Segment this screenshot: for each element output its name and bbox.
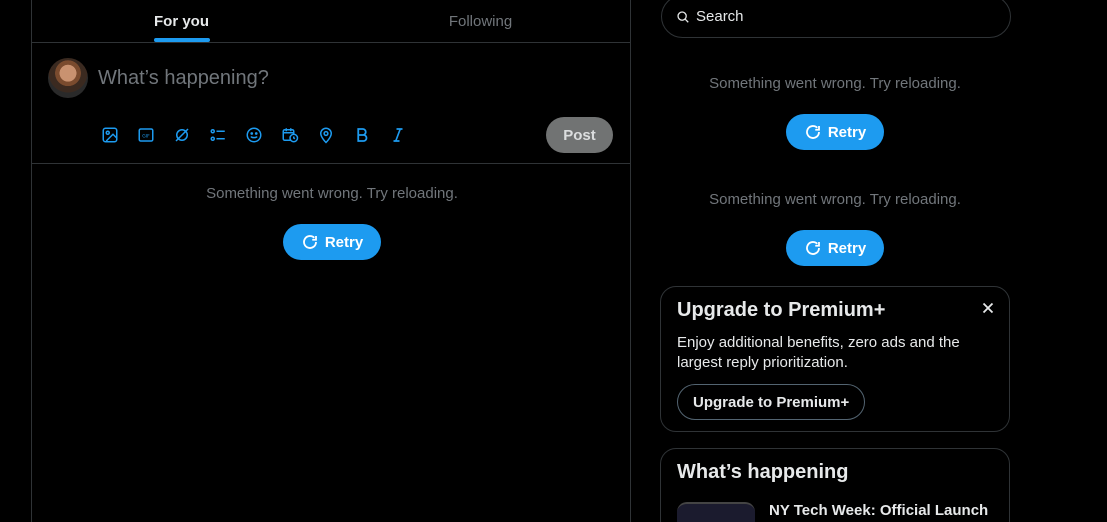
- media-icon[interactable]: [92, 121, 128, 149]
- bold-icon[interactable]: [344, 121, 380, 149]
- upgrade-button[interactable]: Upgrade to Premium+: [677, 384, 866, 420]
- tab-for-you[interactable]: For you: [32, 0, 331, 42]
- retry-label: Retry: [324, 233, 364, 251]
- error-message: Something went wrong. Try reloading.: [709, 191, 961, 208]
- avatar[interactable]: [48, 58, 88, 98]
- premium-title: Upgrade to Premium+: [677, 299, 886, 321]
- retry-label: Retry: [827, 239, 867, 257]
- grok-icon[interactable]: [164, 121, 200, 149]
- post-button[interactable]: Post: [546, 117, 613, 153]
- refresh-icon: [805, 125, 820, 139]
- svg-text:GIF: GIF: [142, 133, 150, 139]
- main-column: For you Following GIF: [31, 0, 631, 522]
- refresh-icon: [805, 241, 820, 255]
- sidebar-error: Something went wrong. Try reloading. Ret…: [660, 191, 1010, 266]
- premium-card: Upgrade to Premium+ Enjoy additional ben…: [660, 286, 1010, 432]
- gif-icon[interactable]: GIF: [128, 121, 164, 149]
- composer-toolbar: GIF: [92, 121, 416, 149]
- trend-thumbnail: [677, 502, 755, 522]
- refresh-icon: [302, 235, 317, 249]
- active-tab-indicator: [153, 38, 210, 42]
- close-icon[interactable]: [979, 299, 997, 317]
- trend-title: NY Tech Week: Official Launch: [769, 502, 989, 519]
- search-box[interactable]: [661, 0, 1011, 38]
- error-message: Something went wrong. Try reloading.: [206, 185, 458, 202]
- retry-label: Retry: [827, 123, 867, 141]
- premium-body: Enjoy additional benefits, zero ads and …: [677, 334, 960, 371]
- trending-card: What’s happening NY Tech Week: Official …: [660, 448, 1010, 522]
- retry-button[interactable]: Retry: [282, 224, 382, 260]
- tab-label: For you: [154, 12, 209, 30]
- retry-button[interactable]: Retry: [785, 230, 885, 266]
- feed-error: Something went wrong. Try reloading. Ret…: [32, 185, 632, 260]
- retry-button[interactable]: Retry: [785, 114, 885, 150]
- post-composer: GIF Post: [32, 43, 630, 164]
- sidebar-error: Something went wrong. Try reloading. Ret…: [660, 75, 1010, 150]
- poll-icon[interactable]: [200, 121, 236, 149]
- timeline-tabs: For you Following: [32, 0, 630, 43]
- tab-following[interactable]: Following: [331, 0, 630, 42]
- compose-input[interactable]: [98, 67, 598, 90]
- search-input[interactable]: [696, 8, 996, 25]
- tab-label: Following: [448, 12, 513, 30]
- location-icon[interactable]: [308, 121, 344, 149]
- italic-icon[interactable]: [380, 121, 416, 149]
- error-message: Something went wrong. Try reloading.: [709, 75, 961, 92]
- trending-title: What’s happening: [677, 461, 849, 483]
- emoji-icon[interactable]: [236, 121, 272, 149]
- schedule-icon[interactable]: [272, 121, 308, 149]
- search-icon: [677, 10, 689, 23]
- trend-item[interactable]: NY Tech Week: Official Launch: [677, 502, 993, 522]
